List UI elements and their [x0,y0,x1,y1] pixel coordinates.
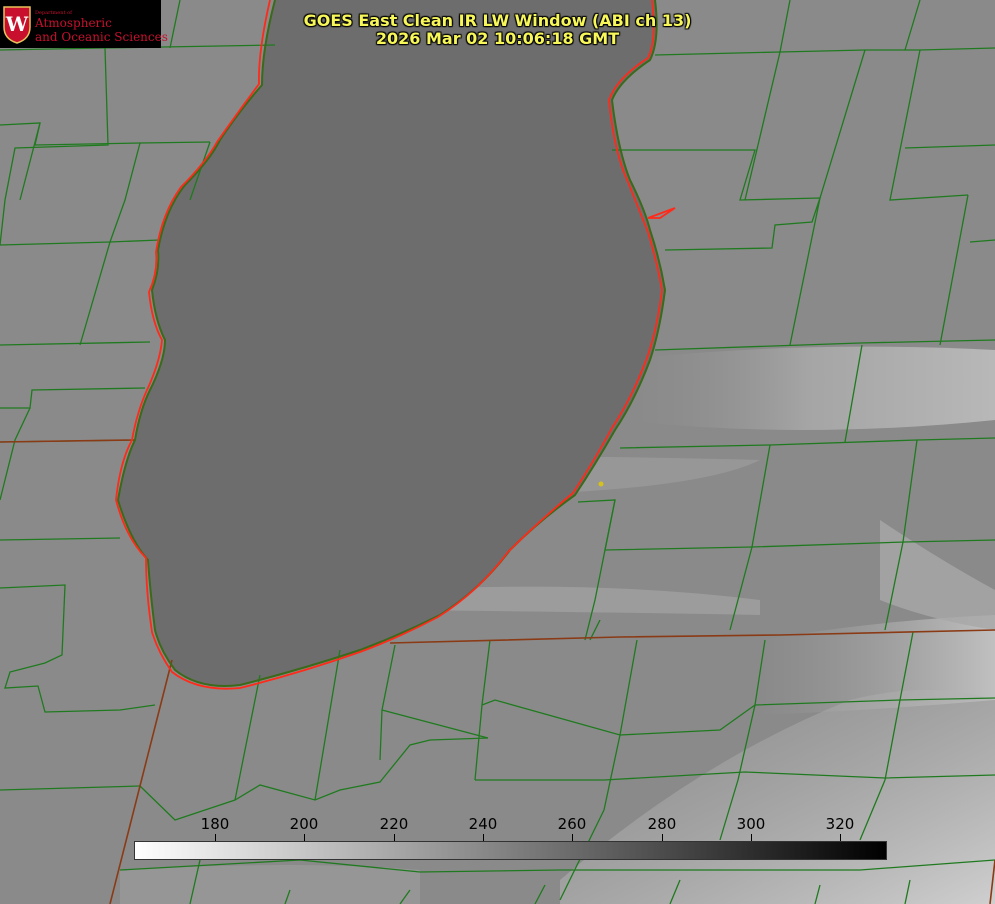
colorbar-tick-label: 240 [468,815,498,833]
colorbar-tick-mark [572,834,573,841]
colorbar-tick-mark [662,834,663,841]
colorbar-tick-mark [840,834,841,841]
colorbar-tick-mark [751,834,752,841]
colorbar-tick-mark [304,834,305,841]
colorbar-tick-mark [394,834,395,841]
image-title: GOES East Clean IR LW Window (ABI ch 13)… [0,12,995,48]
colorbar-tick-label: 200 [289,815,319,833]
colorbar-tick-label: 260 [557,815,587,833]
colorbar-tick-label: 220 [379,815,409,833]
temperature-colorbar [134,841,887,860]
station-marker [598,481,604,487]
title-line2: 2026 Mar 02 10:06:18 GMT [375,29,620,48]
satellite-map [0,0,995,904]
colorbar-tick-label: 320 [825,815,855,833]
colorbar-tick-label: 280 [647,815,677,833]
colorbar-tick-label: 300 [736,815,766,833]
colorbar-tick-mark [215,834,216,841]
colorbar-tick-label: 180 [200,815,230,833]
title-line1: GOES East Clean IR LW Window (ABI ch 13) [303,11,692,30]
colorbar-tick-mark [483,834,484,841]
